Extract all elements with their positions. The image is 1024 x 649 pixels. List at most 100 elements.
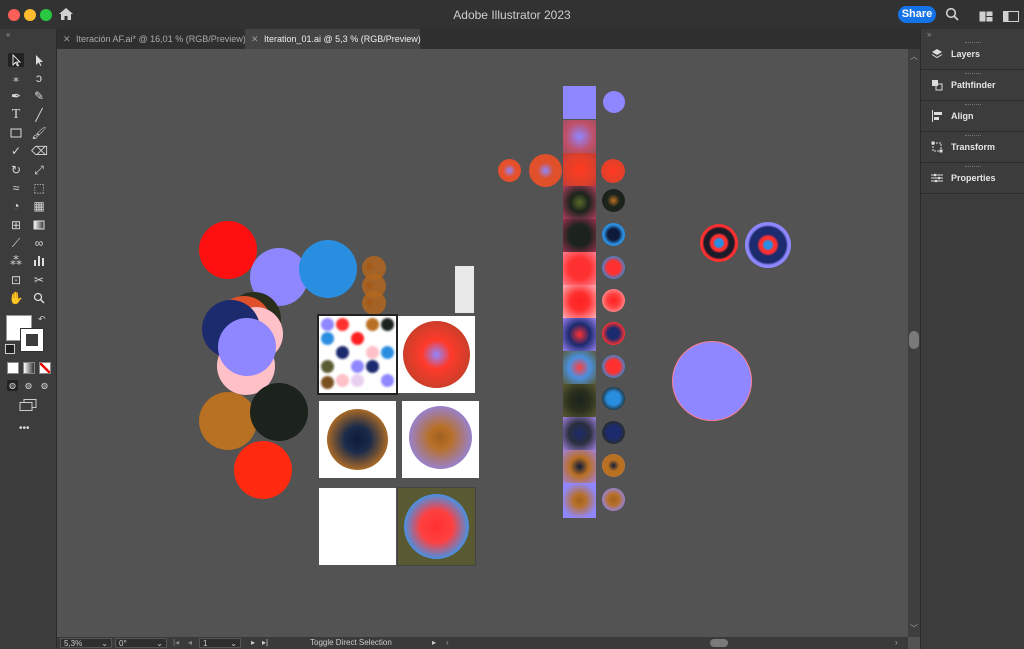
blue-red-dot[interactable] <box>602 355 625 378</box>
artboard-number-field[interactable]: 1 ⌄ <box>199 638 241 648</box>
draw-normal-icon[interactable]: ◍ <box>7 380 18 391</box>
eyedropper-tool-icon[interactable]: ⟋ <box>8 236 24 250</box>
radial-lavender-tile[interactable] <box>402 401 479 478</box>
small-brown-dot[interactable] <box>366 263 373 270</box>
scale-tool-icon[interactable]: ⤢ <box>31 163 47 177</box>
more-tools-button[interactable]: ••• <box>19 423 30 434</box>
navy-red-dot[interactable] <box>602 322 625 345</box>
mesh-tool-icon[interactable]: ⊞ <box>8 218 24 232</box>
arrange-documents-icon[interactable] <box>979 9 993 22</box>
width-tool-icon[interactable]: ≈ <box>8 181 24 195</box>
gradient-square-8[interactable] <box>563 351 596 384</box>
orange-red-circle[interactable] <box>234 441 292 499</box>
lasso-tool-icon[interactable]: ↄ <box>31 71 47 85</box>
panel-layers[interactable]: Layers <box>921 40 1024 70</box>
gradient-mode-icon[interactable] <box>23 362 35 374</box>
dark-green-circle[interactable] <box>250 383 308 441</box>
olive-blue-dot[interactable] <box>602 387 625 410</box>
lavender-square[interactable] <box>563 86 596 119</box>
panel-align[interactable]: Align <box>921 102 1024 132</box>
blurred-dots-tile[interactable] <box>317 314 398 395</box>
eraser-tool-icon[interactable]: ⌫ <box>31 144 48 158</box>
radial-orange-tile[interactable] <box>398 316 475 393</box>
brown-lavender-dot[interactable] <box>602 488 625 511</box>
default-fill-stroke-icon[interactable] <box>5 344 15 354</box>
gradient-square-4[interactable] <box>563 219 596 252</box>
large-lavender-circle[interactable] <box>673 342 751 420</box>
target-circle-1[interactable] <box>700 224 738 262</box>
blend-tool-icon[interactable]: ∞ <box>31 236 47 250</box>
red-dot-blur[interactable] <box>601 159 625 183</box>
hand-tool-icon[interactable]: ✋ <box>8 291 24 305</box>
artboard-canvas[interactable] <box>57 49 908 637</box>
lavender-dot[interactable] <box>603 91 625 113</box>
last-artboard-icon[interactable]: ▸| <box>262 638 268 647</box>
blank-white-tile[interactable] <box>319 488 396 565</box>
shape-builder-tool-icon[interactable]: ◔ <box>8 199 24 213</box>
dark-dot[interactable] <box>602 189 625 212</box>
rotation-field[interactable]: 0° ⌄ <box>115 638 167 648</box>
share-button[interactable]: Share <box>898 6 936 23</box>
scroll-up-icon[interactable]: ︿ <box>910 51 918 62</box>
vertical-scroll-thumb[interactable] <box>909 331 919 349</box>
screen-mode-icon[interactable] <box>19 398 37 411</box>
status-menu-icon[interactable]: ▸ <box>432 638 436 647</box>
swap-fill-stroke-icon[interactable]: ↶ <box>38 314 46 325</box>
next-artboard-icon[interactable]: ▸ <box>251 638 255 647</box>
free-transform-tool-icon[interactable]: ⬚ <box>31 181 47 195</box>
small-brown-dot[interactable] <box>366 299 373 306</box>
lavender-front-circle[interactable] <box>218 318 276 376</box>
direct-selection-tool-icon[interactable] <box>31 53 47 67</box>
radial-olive-tile[interactable] <box>397 487 476 566</box>
panel-transform[interactable]: Transform <box>921 133 1024 163</box>
draw-behind-icon[interactable]: ◍ <box>23 380 34 391</box>
line-segment-tool-icon[interactable]: ╱ <box>31 108 47 122</box>
horizontal-scroll-thumb[interactable] <box>710 639 728 647</box>
collapse-panels-icon[interactable]: » <box>927 30 931 39</box>
selection-tool-icon[interactable] <box>8 53 24 67</box>
collapse-toolbar-icon[interactable]: « <box>6 30 10 39</box>
paintbrush-tool-icon[interactable]: 🖌 <box>31 126 47 140</box>
gradient-square-10[interactable] <box>563 417 596 450</box>
tab-iteration-01[interactable]: ✕ Iteration_01.ai @ 5,3 % (RGB/Preview) <box>245 29 421 49</box>
close-tab-icon[interactable]: ✕ <box>63 29 71 49</box>
artboard-tool-icon[interactable]: ⊡ <box>8 273 24 287</box>
rotate-tool-icon[interactable]: ↻ <box>8 163 24 177</box>
blue-ring-dot[interactable] <box>602 223 625 246</box>
type-tool-icon[interactable]: T <box>8 108 24 122</box>
perspective-grid-tool-icon[interactable]: ▦ <box>31 199 47 213</box>
magic-wand-tool-icon[interactable]: ⁎ <box>8 71 24 85</box>
previous-artboard-icon[interactable]: ◂ <box>188 638 192 647</box>
first-artboard-icon[interactable]: |◂ <box>173 638 179 647</box>
rectangle-tool-icon[interactable] <box>8 126 24 140</box>
curvature-tool-icon[interactable]: ✎ <box>31 89 47 103</box>
search-icon[interactable] <box>945 7 959 21</box>
none-mode-icon[interactable] <box>39 362 51 374</box>
close-tab-icon[interactable]: ✕ <box>251 29 259 49</box>
stroke-swatch[interactable] <box>20 328 44 352</box>
red-blue-ring-dot[interactable] <box>602 256 625 279</box>
column-graph-tool-icon[interactable] <box>31 254 47 268</box>
gradient-square-7[interactable] <box>563 318 596 351</box>
brown-circle[interactable] <box>199 392 257 450</box>
gradient-square-9[interactable] <box>563 384 596 417</box>
pink-red-dot[interactable] <box>602 289 625 312</box>
color-mode-icon[interactable] <box>7 362 19 374</box>
panel-properties[interactable]: Properties <box>921 164 1024 194</box>
zoom-level-field[interactable]: 5,3% ⌄ <box>60 638 112 648</box>
small-brown-dot[interactable] <box>366 282 373 289</box>
orange-blur-circle[interactable] <box>529 154 562 187</box>
zoom-tool-icon[interactable] <box>31 291 47 305</box>
shaper-tool-icon[interactable]: ✓ <box>8 144 24 158</box>
gradient-square-3[interactable] <box>563 186 596 219</box>
scroll-right-icon[interactable]: › <box>895 638 898 647</box>
vertical-scrollbar[interactable]: ︿ ﹀ <box>908 49 920 637</box>
gradient-square-2[interactable] <box>563 153 596 186</box>
blue-circle[interactable] <box>299 240 357 298</box>
workspace-switcher-icon[interactable] <box>1003 9 1019 22</box>
scroll-down-icon[interactable]: ﹀ <box>910 623 918 634</box>
pen-tool-icon[interactable]: ✒ <box>8 89 24 103</box>
draw-inside-icon[interactable]: ◍ <box>39 380 50 391</box>
symbol-sprayer-tool-icon[interactable]: ⁂ <box>8 254 24 268</box>
navy-olive-dot[interactable] <box>602 421 625 444</box>
